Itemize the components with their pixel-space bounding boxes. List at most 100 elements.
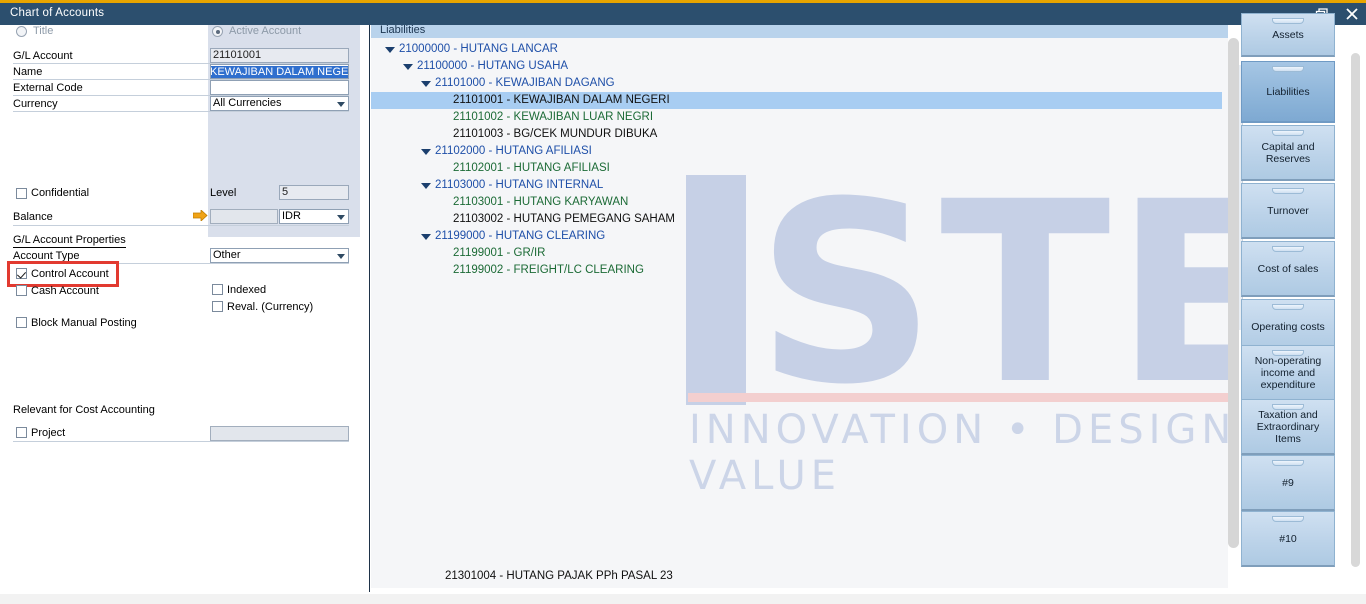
- tree-expander-icon[interactable]: [421, 234, 431, 240]
- radio-active-account[interactable]: [212, 26, 223, 37]
- balance-label: Balance: [13, 210, 53, 224]
- tree-row-label: 21199002 - FREIGHT/LC CLEARING: [453, 262, 644, 279]
- account-detail-form: Title Active Account G/L Account 2110100…: [0, 25, 370, 604]
- drawer-handle-icon: [1272, 516, 1304, 522]
- window-title: Chart of Accounts: [10, 7, 104, 19]
- rail-tab-capital-and-reserves[interactable]: Capital and Reserves: [1241, 125, 1335, 181]
- rail-tab-label: Operating costs: [1251, 321, 1325, 333]
- drawer-handle-icon: [1272, 246, 1304, 252]
- rail-tab-taxation-and-extraordinary-items[interactable]: Taxation and Extraordinary Items: [1241, 399, 1335, 455]
- rail-tab-cost-of-sales[interactable]: Cost of sales: [1241, 241, 1335, 297]
- confidential-label: Confidential: [31, 186, 89, 200]
- table-row[interactable]: 21103000 - HUTANG INTERNAL: [371, 177, 1222, 194]
- table-row[interactable]: 21102001 - HUTANG AFILIASI: [371, 160, 1222, 177]
- tree-expander-icon[interactable]: [385, 47, 395, 53]
- rail-tab-label: Capital and Reserves: [1244, 141, 1332, 165]
- currency-select[interactable]: All Currencies: [210, 96, 349, 111]
- tree-expander-icon[interactable]: [403, 64, 413, 70]
- balance-currency-select[interactable]: IDR: [279, 209, 349, 224]
- table-row[interactable]: 21101002 - KEWAJIBAN LUAR NEGRI: [371, 109, 1222, 126]
- external-code-label: External Code: [13, 81, 83, 95]
- window-titlebar: Chart of Accounts: [0, 3, 1366, 25]
- account-type-select[interactable]: Other: [210, 248, 349, 263]
- rail-tab-label: Liabilities: [1266, 86, 1309, 98]
- currency-select-value: All Currencies: [213, 97, 281, 109]
- table-row[interactable]: 21199001 - GR/IR: [371, 245, 1222, 262]
- tree-row-label: 21199000 - HUTANG CLEARING: [435, 228, 605, 245]
- table-row[interactable]: 21199002 - FREIGHT/LC CLEARING: [371, 262, 1222, 279]
- tree-row-label: 21102001 - HUTANG AFILIASI: [453, 160, 610, 177]
- table-row[interactable]: 21199000 - HUTANG CLEARING: [371, 228, 1222, 245]
- table-row[interactable]: 21103001 - HUTANG KARYAWAN: [371, 194, 1222, 211]
- rail-tab-10[interactable]: #10: [1241, 511, 1335, 567]
- rail-scrollbar-thumb[interactable]: [1351, 53, 1360, 567]
- table-row[interactable]: 21103002 - HUTANG PEMEGANG SAHAM: [371, 211, 1222, 228]
- table-row[interactable]: 21101000 - KEWAJIBAN DAGANG: [371, 75, 1222, 92]
- table-row[interactable]: 21102000 - HUTANG AFILIASI: [371, 143, 1222, 160]
- project-checkbox[interactable]: [16, 427, 27, 438]
- rail-tab-label: Turnover: [1267, 205, 1309, 217]
- drill-down-arrow-icon[interactable]: [193, 210, 208, 221]
- level-label: Level: [210, 186, 236, 200]
- currency-label: Currency: [13, 97, 58, 111]
- account-type-value: Other: [213, 249, 241, 261]
- watermark-tagline: INNOVATION • DESIGN • VALUE: [689, 407, 1228, 459]
- table-row[interactable]: 21000000 - HUTANG LANCAR: [371, 41, 1222, 58]
- tree-vertical-scrollbar[interactable]: [1228, 30, 1239, 588]
- balance-input[interactable]: [210, 209, 278, 224]
- tree-row-label: 21103002 - HUTANG PEMEGANG SAHAM: [453, 211, 675, 228]
- rail-tab-assets[interactable]: Assets: [1241, 13, 1335, 57]
- cash-account-checkbox[interactable]: [16, 285, 27, 296]
- radio-active-account-label: Active Account: [229, 25, 301, 38]
- reval-currency-label: Reval. (Currency): [227, 300, 313, 314]
- tree-row-label: 21000000 - HUTANG LANCAR: [399, 41, 558, 58]
- rail-tab-label: #10: [1279, 533, 1297, 545]
- rail-tab-9[interactable]: #9: [1241, 455, 1335, 511]
- project-input[interactable]: [210, 426, 349, 441]
- tree-expander-icon[interactable]: [421, 149, 431, 155]
- external-code-input[interactable]: [210, 80, 349, 95]
- rail-tab-turnover[interactable]: Turnover: [1241, 183, 1335, 239]
- rail-tab-label: Non-operating income and expenditure: [1244, 355, 1332, 391]
- close-button[interactable]: [1344, 6, 1360, 22]
- radio-title[interactable]: [16, 26, 27, 37]
- rail-tab-non-operating-income-and-expenditure[interactable]: Non-operating income and expenditure: [1241, 345, 1335, 401]
- balance-currency-value: IDR: [282, 210, 301, 222]
- level-input[interactable]: 5: [279, 185, 349, 200]
- row-divider: [13, 111, 349, 112]
- drawer-handle-icon: [1272, 66, 1304, 72]
- name-label: Name: [13, 65, 42, 79]
- table-row[interactable]: 21100000 - HUTANG USAHA: [371, 58, 1222, 75]
- table-row[interactable]: 21101001 - KEWAJIBAN DALAM NEGERI: [371, 92, 1222, 109]
- tree-row-label: 21100000 - HUTANG USAHA: [417, 58, 568, 75]
- project-label: Project: [31, 426, 65, 440]
- reval-currency-checkbox[interactable]: [212, 301, 223, 312]
- gl-account-input[interactable]: 21101001: [210, 48, 349, 63]
- tree-expander-icon[interactable]: [421, 81, 431, 87]
- row-divider: [13, 441, 349, 442]
- rail-vertical-scrollbar[interactable]: [1351, 53, 1360, 567]
- drawer-handle-icon: [1272, 130, 1304, 136]
- tree-row-label: 21101002 - KEWAJIBAN LUAR NEGRI: [453, 109, 653, 126]
- block-manual-posting-checkbox[interactable]: [16, 317, 27, 328]
- name-input[interactable]: KEWAJIBAN DALAM NEGERI: [210, 64, 349, 79]
- chart-of-accounts-tree[interactable]: STEM ® INNOVATION • DESIGN • VALUE Liabi…: [371, 25, 1228, 588]
- cost-accounting-header: Relevant for Cost Accounting: [13, 403, 155, 417]
- row-divider: [13, 225, 349, 226]
- indexed-checkbox[interactable]: [212, 284, 223, 295]
- rail-tab-label: Assets: [1272, 29, 1304, 41]
- tree-header-liabilities: Liabilities: [371, 25, 1228, 38]
- tree-expander-icon[interactable]: [421, 183, 431, 189]
- gl-account-properties-header: G/L Account Properties: [13, 233, 126, 248]
- tree-row-label: 21101003 - BG/CEK MUNDUR DIBUKA: [453, 126, 657, 143]
- tree-row-label: 21199001 - GR/IR: [453, 245, 545, 262]
- confidential-checkbox[interactable]: [16, 188, 27, 199]
- rail-tab-label: Cost of sales: [1258, 263, 1319, 275]
- table-row[interactable]: 21301004 - HUTANG PAJAK PPh PASAL 23: [371, 568, 1222, 585]
- chevron-down-icon: [337, 102, 345, 107]
- tree-scrollbar-thumb[interactable]: [1228, 38, 1239, 548]
- tree-row-label: 21102000 - HUTANG AFILIASI: [435, 143, 592, 160]
- tree-row-label: 21103001 - HUTANG KARYAWAN: [453, 194, 628, 211]
- table-row[interactable]: 21101003 - BG/CEK MUNDUR DIBUKA: [371, 126, 1222, 143]
- rail-tab-liabilities[interactable]: Liabilities: [1241, 61, 1335, 123]
